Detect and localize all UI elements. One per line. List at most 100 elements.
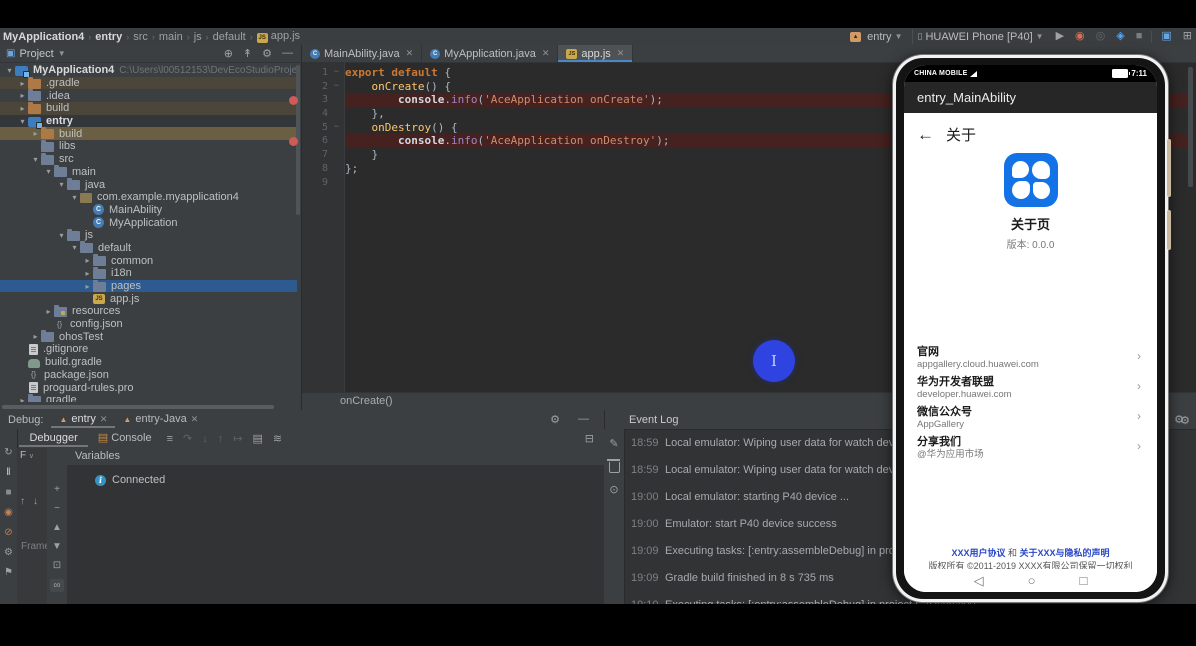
tree-item-main[interactable]: ▾ main bbox=[0, 165, 297, 179]
stop-icon[interactable]: ■ bbox=[5, 487, 11, 498]
project-view-selector[interactable]: Project bbox=[19, 48, 53, 60]
tree-item-entry[interactable]: ▾ entry bbox=[0, 114, 297, 129]
tree-item-.gradle[interactable]: ▸ .gradle bbox=[0, 76, 297, 90]
tree-item-ohosTest[interactable]: ▸ ohosTest bbox=[0, 330, 297, 343]
rerun-icon[interactable]: ↻ bbox=[4, 447, 12, 458]
hvd-debug-icon[interactable]: ◈ bbox=[1114, 29, 1126, 44]
editor-tab-app.js[interactable]: JS app.js ✕ bbox=[558, 45, 634, 62]
clear-all-icon[interactable] bbox=[606, 459, 620, 473]
breakpoint-icon[interactable] bbox=[289, 136, 298, 146]
add-watch-icon[interactable]: + bbox=[49, 484, 65, 495]
settings-icon[interactable]: ⚙ bbox=[545, 413, 565, 426]
close-tab-icon[interactable]: ✕ bbox=[542, 48, 550, 59]
tree-item-js[interactable]: ▾ js bbox=[0, 228, 297, 242]
chevron-right-icon[interactable]: ▸ bbox=[17, 396, 28, 402]
tree-item-build[interactable]: ▸ build bbox=[0, 101, 297, 115]
chevron-right-icon[interactable]: ▸ bbox=[17, 79, 28, 88]
tree-item-libs[interactable]: libs bbox=[0, 139, 297, 153]
hide-icon[interactable]: — bbox=[278, 47, 297, 60]
editor-scrollbar[interactable] bbox=[1188, 67, 1193, 187]
tree-item-gradle[interactable]: ▸ gradle bbox=[0, 393, 297, 402]
breadcrumb-item-main[interactable]: main bbox=[156, 31, 186, 43]
settings-icon[interactable]: ⊙ bbox=[604, 483, 623, 496]
attach-debugger-icon[interactable]: ◎ bbox=[1094, 29, 1108, 44]
breadcrumb-item-entry[interactable]: entry bbox=[92, 31, 125, 43]
run-tool-window-icon[interactable]: ⊞ bbox=[1181, 29, 1194, 44]
tree-item-config.json[interactable]: {} config.json bbox=[0, 318, 297, 331]
nav-home-icon[interactable]: ○ bbox=[1028, 573, 1036, 588]
tree-item-resources[interactable]: ▸ resources bbox=[0, 304, 297, 318]
back-arrow-icon[interactable]: ← bbox=[917, 126, 934, 143]
tree-item-.idea[interactable]: ▸ .idea bbox=[0, 89, 297, 102]
tree-item-default[interactable]: ▾ default bbox=[0, 241, 297, 255]
pause-icon[interactable]: ‖ bbox=[6, 467, 10, 478]
fold-icon[interactable]: − bbox=[328, 121, 345, 135]
chevron-right-icon[interactable]: ▸ bbox=[82, 256, 93, 265]
breadcrumb-item-default[interactable]: default bbox=[210, 31, 249, 43]
device-manager-icon[interactable]: ▣ bbox=[1159, 29, 1173, 44]
locate-icon[interactable]: ⊕ bbox=[220, 47, 237, 60]
nav-back-icon[interactable]: ◁ bbox=[974, 573, 984, 589]
edit-filter-icon[interactable]: ✎ bbox=[604, 437, 623, 450]
pin-icon[interactable]: ⚑ bbox=[4, 567, 13, 578]
tree-item-MainAbility[interactable]: C MainAbility bbox=[0, 204, 297, 217]
tree-item-pages[interactable]: ▸ pages bbox=[0, 279, 297, 293]
stop-icon[interactable]: ■ bbox=[1134, 29, 1145, 44]
about-list-item[interactable]: 微信公众号 AppGallery › bbox=[904, 405, 1157, 435]
close-tab-icon[interactable]: ✕ bbox=[406, 48, 414, 59]
tree-item-proguard-rules.pro[interactable]: proguard-rules.pro bbox=[0, 381, 297, 394]
device-selector[interactable]: ▯ HUAWEI Phone [P40] ▼ bbox=[912, 29, 1047, 44]
close-tab-icon[interactable]: ✕ bbox=[100, 414, 108, 425]
tree-item-build.gradle[interactable]: build.gradle bbox=[0, 356, 297, 369]
breadcrumb-item-MyApplication4[interactable]: MyApplication4 bbox=[0, 31, 87, 43]
duplicate-icon[interactable]: ⊡ bbox=[48, 560, 66, 571]
view-breakpoints-icon[interactable]: ◉ bbox=[4, 507, 13, 518]
frame-down-icon[interactable]: ↓ bbox=[33, 496, 38, 507]
tree-item-app.js[interactable]: JS app.js bbox=[0, 292, 297, 305]
tree-horizontal-scrollbar[interactable] bbox=[2, 405, 274, 409]
breadcrumb-item-js[interactable]: js bbox=[191, 31, 205, 43]
debug-icon[interactable]: ◉ bbox=[1073, 29, 1087, 44]
tree-item-build[interactable]: ▸ build bbox=[0, 127, 297, 141]
breadcrumb-item-app.js[interactable]: JS app.js bbox=[254, 30, 303, 43]
chevron-down-icon[interactable]: ▾ bbox=[69, 243, 80, 252]
chevron-down-icon[interactable]: ▾ bbox=[17, 117, 28, 126]
nav-recents-icon[interactable]: □ bbox=[1080, 573, 1088, 588]
chevron-down-icon[interactable]: ▾ bbox=[69, 193, 80, 202]
editor-tab-MyApplication.java[interactable]: C MyApplication.java ✕ bbox=[422, 45, 559, 62]
close-tab-icon[interactable]: ✕ bbox=[191, 414, 199, 425]
close-tab-icon[interactable]: ✕ bbox=[617, 48, 625, 59]
tree-item-.gitignore[interactable]: .gitignore bbox=[0, 343, 297, 356]
chevron-down-icon[interactable]: ▾ bbox=[43, 167, 54, 176]
editor-tab-MainAbility.java[interactable]: C MainAbility.java ✕ bbox=[302, 45, 423, 62]
about-list-item[interactable]: 华为开发者联盟 developer.huawei.com › bbox=[904, 375, 1157, 405]
settings-icon[interactable]: ⚙ bbox=[258, 47, 276, 60]
chevron-right-icon[interactable]: ▸ bbox=[17, 91, 28, 100]
chevron-down-icon[interactable]: ▾ bbox=[56, 180, 67, 189]
about-list-item[interactable]: 官网 appgallery.cloud.huawei.com › bbox=[904, 345, 1157, 375]
tree-item-java[interactable]: ▾ java bbox=[0, 178, 297, 191]
run-icon[interactable]: ▶ bbox=[1054, 29, 1066, 44]
menu-icon[interactable]: ≡ bbox=[162, 433, 178, 445]
subtab-Debugger[interactable]: Debugger bbox=[19, 429, 87, 447]
chevron-right-icon[interactable]: ▸ bbox=[30, 332, 41, 341]
tree-item-MyApplication4[interactable]: ▾ MyApplication4 C:\Users\l00512153\DevEco… bbox=[0, 64, 297, 78]
chevron-right-icon[interactable]: ▸ bbox=[30, 129, 41, 138]
breakpoint-icon[interactable] bbox=[289, 95, 298, 105]
tree-item-src[interactable]: ▾ src bbox=[0, 152, 297, 166]
debug-tab-entry[interactable]: ▲ entry ✕ bbox=[51, 410, 115, 428]
chevron-right-icon[interactable]: ▸ bbox=[17, 104, 28, 113]
tree-item-package.json[interactable]: {} package.json bbox=[0, 369, 297, 382]
user-agreement-link[interactable]: XXX用户协议 bbox=[951, 548, 1005, 558]
mute-breakpoints-icon[interactable]: ≋ bbox=[268, 432, 287, 445]
tree-item-com.example.myapplication4[interactable]: ▾ com.example.myapplication4 bbox=[0, 191, 297, 204]
chevron-down-icon[interactable]: ▾ bbox=[30, 155, 41, 164]
chevron-down-icon[interactable]: ▾ bbox=[56, 231, 67, 240]
about-list-item[interactable]: 分享我们 @华为应用市场 › bbox=[904, 435, 1157, 465]
frames-filter-label[interactable]: F bbox=[20, 450, 26, 461]
variables-tab[interactable]: Variables bbox=[67, 448, 612, 465]
chevron-right-icon[interactable]: ▸ bbox=[82, 269, 93, 278]
hide-icon[interactable]: — bbox=[573, 413, 594, 426]
chevron-right-icon[interactable]: ▸ bbox=[43, 307, 54, 316]
layout-settings-icon[interactable]: ⊟ bbox=[580, 432, 604, 445]
